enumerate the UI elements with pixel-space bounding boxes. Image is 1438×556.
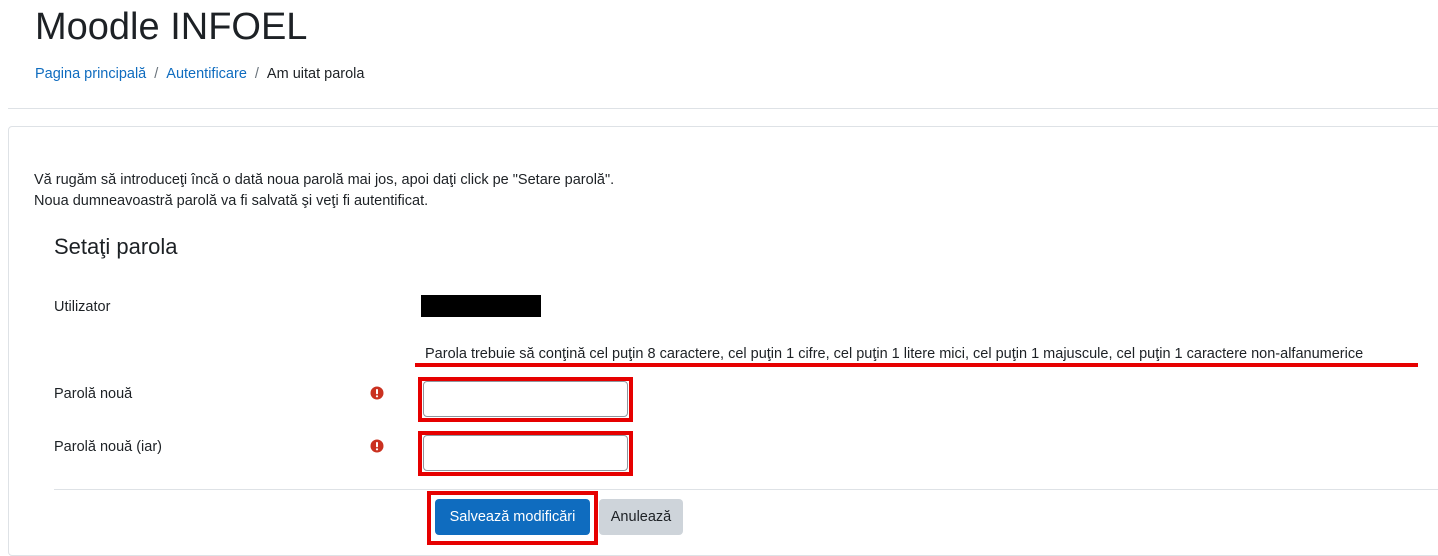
exclamation-circle-icon — [370, 439, 384, 453]
form-divider — [54, 489, 1438, 490]
new-password-repeat-label: Parolă nouă (iar) — [54, 439, 162, 455]
username-label: Utilizator — [54, 299, 111, 315]
new-password-repeat-input[interactable] — [423, 435, 628, 471]
new-password-label: Parolă nouă — [54, 386, 133, 402]
breadcrumb-separator: / — [154, 66, 159, 82]
intro-line-2: Noua dumneavoastră parolă va fi salvată … — [34, 193, 429, 209]
intro-text: Vă rugăm să introduceţi încă o dată noua… — [34, 170, 614, 212]
page-header: Moodle INFOEL Pagina principală / Autentif… — [0, 0, 1438, 110]
breadcrumb-home-link[interactable]: Pagina principală — [35, 66, 146, 82]
policy-annotation-underline — [415, 363, 1418, 367]
username-value-redacted — [421, 295, 541, 317]
breadcrumb-current: Am uitat parola — [266, 66, 365, 82]
intro-line-1: Vă rugăm să introduceţi încă o dată noua… — [34, 172, 615, 188]
breadcrumb: Pagina principală / Autentificare / Am uitat… — [35, 65, 364, 83]
new-password-input[interactable] — [423, 381, 628, 417]
save-changes-button[interactable]: Salvează modificări — [435, 499, 590, 535]
password-policy-text: Parola trebuie să conţină cel puţin 8 ca… — [425, 346, 1364, 362]
header-divider — [8, 108, 1438, 109]
exclamation-circle-icon — [370, 386, 384, 400]
cancel-button[interactable]: Anulează — [599, 499, 683, 535]
breadcrumb-login-link[interactable]: Autentificare — [166, 66, 247, 82]
form-legend: Setaţi parola — [54, 234, 178, 259]
breadcrumb-separator: / — [254, 66, 259, 82]
site-title: Moodle INFOEL — [35, 6, 308, 48]
